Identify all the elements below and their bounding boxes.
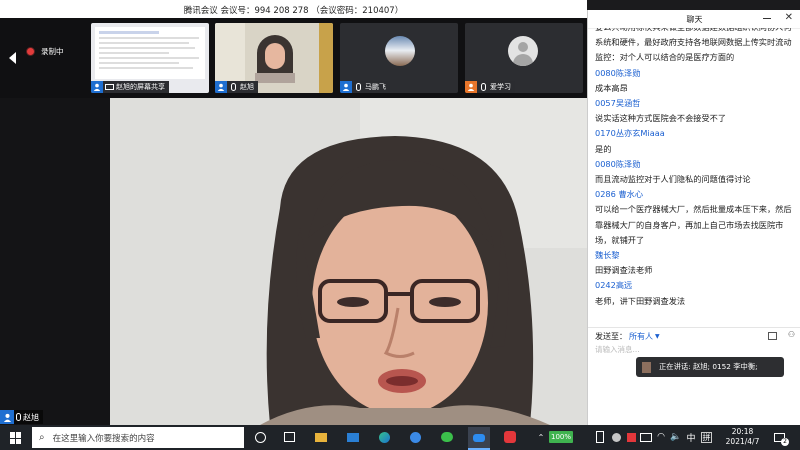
chat-message-text: 而且流动监控对于人们隐私的问题值得讨论: [595, 174, 751, 185]
chat-message-text: 说实话这种方式医院会不会接受不了: [595, 113, 727, 124]
left-empty-panel: 赵旭: [0, 98, 110, 425]
speaker-video-image: [110, 98, 588, 425]
chat-sender-name[interactable]: 0080陈泽勋: [595, 66, 800, 81]
search-icon: ⌕: [39, 432, 45, 443]
volume-icon[interactable]: 🔈: [669, 430, 683, 444]
wifi-icon[interactable]: ◠: [654, 430, 668, 444]
participant-tile-screen-share[interactable]: 赵旭的屏幕共享: [91, 23, 209, 93]
window-title: 腾讯会议 会议号：994 208 278 （会议密码：210407）: [183, 6, 404, 16]
minimize-icon[interactable]: [763, 18, 771, 19]
recording-label: 录制中: [41, 47, 64, 56]
user-icon: [91, 81, 103, 93]
edge-browser-icon[interactable]: [377, 430, 391, 444]
speaking-indicator: 正在讲话: 赵旭; 0152 李中衡;: [636, 357, 784, 377]
participant-tile-mapengfei[interactable]: 马鹏飞: [340, 23, 458, 93]
chat-header: 聊天 ✕: [588, 10, 800, 29]
battery-indicator[interactable]: 100%: [549, 431, 574, 443]
send-to-value: 所有人: [629, 331, 653, 341]
participant-tiles-bar: 录制中 赵旭的屏幕共享 赵旭 马鹏飞 爱学习: [0, 18, 587, 98]
chat-sender-name[interactable]: 魏长黎: [595, 248, 800, 263]
windows-start-icon[interactable]: [10, 432, 22, 444]
tile-label: 赵旭的屏幕共享: [116, 83, 165, 91]
user-icon: [215, 81, 227, 93]
search-placeholder: 在这里输入你要搜索的内容: [52, 433, 155, 444]
tile-label: 赵旭: [240, 83, 254, 91]
cortana-icon[interactable]: [253, 430, 267, 444]
user-icon: [465, 81, 477, 93]
wps-icon[interactable]: [503, 430, 517, 444]
screen-share-icon: [105, 84, 114, 90]
chat-message-text: 靠器械大厂的自身客户，再加上自己市场去找医院市: [595, 219, 784, 230]
speaker-avatar: [642, 361, 651, 373]
send-to-label: 发送至：: [595, 331, 627, 341]
user-icon: [0, 410, 14, 424]
file-explorer-icon[interactable]: [314, 430, 328, 444]
chat-message-text: 系统和硬件，最好政府支持各地联网数据上传实时流动: [595, 37, 792, 48]
participant-tile-zhaoxu[interactable]: 赵旭: [215, 23, 333, 93]
participant-tile-aixuexi[interactable]: 爱学习: [465, 23, 583, 93]
participants-icon[interactable]: ⚇: [788, 330, 795, 339]
tray-wps-icon[interactable]: [624, 430, 638, 444]
tray-screen-icon[interactable]: [639, 430, 653, 444]
chat-sender-name[interactable]: 0080陈泽勋: [595, 157, 800, 172]
user-icon: [340, 81, 352, 93]
mic-icon: [231, 83, 236, 91]
chat-message-text: 要么共动用标筷具来做全部数据建数据组织认向协人何: [595, 28, 800, 35]
chat-message-text: 场，就铺开了: [595, 234, 645, 245]
mail-icon[interactable]: [346, 430, 360, 444]
tencent-meeting-icon[interactable]: [468, 427, 490, 450]
speaking-text: 正在讲话: 赵旭; 0152 李中衡;: [659, 362, 758, 371]
tile-label: 爱学习: [490, 83, 511, 91]
chat-sender-name[interactable]: 0242高远: [595, 278, 800, 293]
wechat-icon[interactable]: [440, 430, 454, 444]
clock[interactable]: 20:18 2021/4/7: [720, 427, 765, 448]
image-icon[interactable]: [768, 332, 777, 340]
chat-sender-name[interactable]: 0057吴涵哲: [595, 96, 800, 111]
chat-message-text: 田野调查法老师: [595, 265, 653, 276]
avatar: [385, 36, 415, 66]
mic-icon: [356, 83, 361, 91]
chat-message-list[interactable]: 要么共动用标筷具来做全部数据建数据组织认向协人何系统和硬件，最好政府支持各地联网…: [595, 28, 800, 323]
send-to-dropdown[interactable]: 所有人 ▼: [629, 331, 660, 342]
chat-title: 聊天: [686, 14, 703, 24]
tray-record-icon[interactable]: [609, 430, 623, 444]
record-dot-icon: [26, 47, 35, 56]
clock-time: 20:18: [731, 427, 754, 436]
clock-date: 2021/4/7: [725, 437, 760, 446]
main-video: [110, 98, 588, 425]
title-bar: 腾讯会议 会议号：994 208 278 （会议密码：210407）: [0, 0, 587, 18]
ime-language-indicator[interactable]: 中: [684, 430, 698, 444]
default-avatar: [508, 36, 538, 66]
ime-mode-indicator[interactable]: 拼: [701, 432, 712, 443]
tray-app-icon[interactable]: [593, 430, 607, 444]
taskbar-search-box[interactable]: ⌕ 在这里输入你要搜索的内容: [32, 427, 244, 448]
chat-message-text: 可以给一个医疗器械大厂，然后批量成本压下来，然后: [595, 204, 792, 215]
notification-count: 2: [781, 438, 789, 446]
chat-message-text: 老师，讲下田野调查发法: [595, 295, 686, 306]
participant-avatar: [255, 35, 295, 83]
tile-label: 马鹏飞: [365, 83, 386, 91]
chat-sender-name[interactable]: 0170丛亦玄Miaaa: [595, 126, 800, 141]
main-video-label: 赵旭: [23, 412, 39, 422]
chat-sender-name[interactable]: 0286 曹水心: [595, 187, 800, 202]
action-center-icon[interactable]: 2: [772, 430, 789, 446]
chat-message-text: 是的: [595, 143, 612, 154]
main-video-name-tag: 赵旭: [0, 410, 43, 424]
chat-message-text: 监控：对个人可以结合的是医疗方面的: [595, 52, 735, 63]
mic-icon: [16, 413, 21, 421]
send-to-bar: 发送至： 所有人 ▼ ⚇: [588, 327, 800, 344]
prev-page-arrow-icon[interactable]: [9, 52, 16, 64]
recording-indicator[interactable]: 录制中: [26, 46, 64, 57]
mic-icon: [481, 83, 486, 91]
task-view-icon[interactable]: [282, 430, 296, 444]
show-hidden-icons-chevron-icon[interactable]: ⌃: [534, 430, 548, 444]
dingtalk-icon[interactable]: [408, 430, 422, 444]
close-icon[interactable]: ✕: [785, 12, 793, 23]
chat-message-text: 成本高昂: [595, 82, 628, 93]
chevron-down-icon: ▼: [655, 332, 660, 340]
battery-text: 100%: [551, 433, 572, 441]
